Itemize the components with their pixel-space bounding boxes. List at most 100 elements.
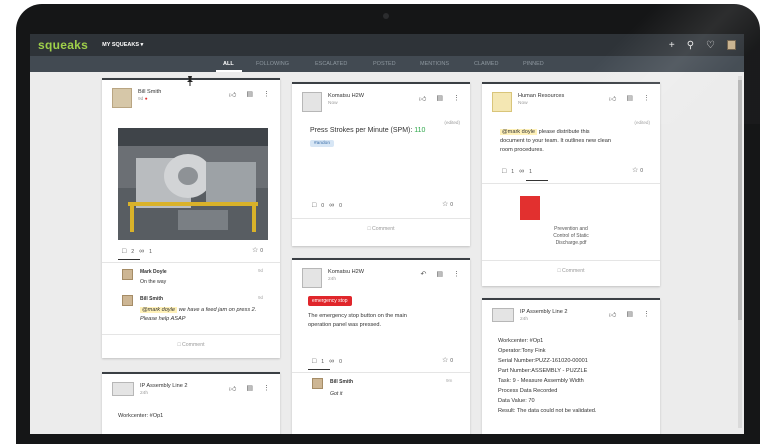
comment-button[interactable]: □ Comment [482,268,660,274]
top-bar: squeaks MY SQUEAKS ▾ + ⚲ ♡ [30,34,744,56]
bell-icon[interactable]: ♡ [706,40,715,51]
thumbs-up-icon[interactable]: 👍︎ [229,90,236,99]
comment-icon[interactable]: □ [312,202,316,209]
avatar[interactable] [492,308,514,322]
comment-icon[interactable]: □ [502,168,506,175]
squeak-card-bill[interactable]: Bill Smith 9d ● 👍︎ ▤ ⋮ □ 2 ∞ 1 ☆ 0 Mark … [102,78,280,358]
reply-author: Mark Doyle [140,269,167,275]
squeak-card-ip-right[interactable]: IP Assembly Line 2 24h 👍︎ ▤ ⋮ Workcenter… [482,298,660,434]
avatar[interactable] [492,92,512,112]
squeak-card-komatsu-spm[interactable]: Komatsu H2W Now 👍︎ ▤ ⋮ (edited) Press St… [292,82,470,246]
avatar[interactable] [112,382,134,396]
tab-mentions[interactable]: MENTIONS [420,56,449,72]
avatar[interactable] [302,92,322,112]
author-name[interactable]: Komatsu H2W [328,269,364,275]
avatar [122,269,133,280]
mention[interactable]: @mark doyle [500,129,538,135]
pdf-icon[interactable] [520,196,540,220]
card-stats: □ 2 ∞ 1 [122,248,153,255]
mention[interactable]: @mark doyle [140,307,178,313]
file-name[interactable]: Prevention and Control of Static Discharge… [482,226,660,247]
metric-text: Press Strokes per Minute (SPM): 110 [310,127,426,134]
reply-icon[interactable]: ↶ [421,270,427,278]
more-icon[interactable]: ⋮ [263,90,270,99]
post-time: Now [328,101,338,106]
more-icon[interactable]: ⋮ [453,94,460,103]
status-badge[interactable]: emergency stop [308,296,352,306]
paperclip-icon[interactable]: ∞ [329,202,334,209]
inbox-icon[interactable]: ▤ [246,384,253,393]
reply-time: 9m [446,378,453,383]
edited-label: (edited) [444,120,460,125]
search-icon[interactable]: ⚲ [687,40,694,51]
tab-claimed[interactable]: CLAIMED [474,56,498,72]
inbox-icon[interactable]: ▤ [626,94,633,103]
comment-button[interactable]: □ Comment [292,226,470,232]
scrollbar[interactable] [738,76,742,428]
active-tab-indicator [216,70,242,72]
avatar [122,295,133,306]
reply-author: Bill Smith [330,379,354,385]
pin-icon[interactable] [186,76,194,86]
comment-button[interactable]: □ Comment [102,342,280,348]
comment-icon[interactable]: □ [312,358,316,365]
thumbs-up-icon[interactable]: 👍︎ [229,384,236,393]
post-time: Now [518,101,528,106]
inbox-icon[interactable]: ▤ [626,310,633,319]
card-actions: 👍︎ ▤ ⋮ [229,90,270,99]
avatar [312,378,323,389]
star-icon[interactable]: ☆ 0 [252,246,263,254]
more-icon[interactable]: ⋮ [263,384,270,393]
app-logo[interactable]: squeaks [38,38,88,52]
thumbs-up-icon[interactable]: 👍︎ [609,94,616,103]
post-time: 9d ● [138,97,148,102]
plus-icon[interactable]: + [669,40,675,51]
thumbs-up-icon[interactable]: 👍︎ [419,94,426,103]
post-time: 24h [140,391,149,396]
inbox-icon[interactable]: ▤ [436,94,443,103]
top-icons: + ⚲ ♡ [669,34,736,56]
field-text: Workcenter: #Op1 [118,413,164,419]
squeak-card-hr[interactable]: Human Resources Now 👍︎ ▤ ⋮ (edited) @mar… [482,82,660,286]
author-name[interactable]: IP Assembly Line 2 [520,309,567,315]
squeak-card-ip-left[interactable]: IP Assembly Line 2 24h 👍︎ ▤ ⋮ Workcenter… [102,372,280,434]
reply-time: 9d [258,295,264,300]
post-text: The emergency stop button on the main ope… [308,313,407,328]
star-icon[interactable]: ☆ 0 [442,200,453,208]
reply-text: @mark doyle we have a feed jam on press … [140,307,257,322]
more-icon[interactable]: ⋮ [643,310,650,319]
app-screen: squeaks MY SQUEAKS ▾ + ⚲ ♡ ALL FOLLOWING… [30,34,744,434]
squeak-card-komatsu-estop[interactable]: Komatsu H2W 24h ↶ ▤ ⋮ emergency stop The… [292,258,470,434]
post-text: @mark doyle please distribute this docum… [500,129,612,153]
paperclip-icon[interactable]: ∞ [519,168,524,175]
machine-photo [118,128,268,240]
inbox-icon[interactable]: ▤ [436,270,443,278]
scrollbar-thumb[interactable] [738,80,742,320]
tab-escalated[interactable]: ESCALATED [315,56,347,72]
tab-pinned[interactable]: PINNED [523,56,544,72]
avatar[interactable] [112,88,132,108]
author-name[interactable]: IP Assembly Line 2 [140,383,187,389]
paperclip-icon[interactable]: ∞ [139,248,144,255]
camera-icon [383,13,389,19]
laptop-bezel: squeaks MY SQUEAKS ▾ + ⚲ ♡ ALL FOLLOWING… [0,0,760,444]
author-name[interactable]: Human Resources [518,93,564,99]
more-icon[interactable]: ⋮ [453,270,460,278]
tag-chip[interactable]: #andon [310,140,335,147]
author-name[interactable]: Komatsu H2W [328,93,364,99]
star-icon[interactable]: ☆ 0 [632,166,643,174]
user-icon[interactable] [727,40,736,50]
inbox-icon[interactable]: ▤ [246,90,253,99]
my-squeaks-menu[interactable]: MY SQUEAKS ▾ [102,42,143,48]
process-data: Workcenter: #Op1 Operator:Tony Fink Seri… [498,338,597,414]
tab-following[interactable]: FOLLOWING [256,56,289,72]
thumbs-up-icon[interactable]: 👍︎ [609,310,616,319]
avatar[interactable] [302,268,322,288]
more-icon[interactable]: ⋮ [643,94,650,103]
post-time: 24h [328,277,337,282]
tab-posted[interactable]: POSTED [373,56,396,72]
author-name[interactable]: Bill Smith [138,89,161,95]
paperclip-icon[interactable]: ∞ [329,358,334,365]
comment-icon[interactable]: □ [122,248,126,255]
star-icon[interactable]: ☆ 0 [442,356,453,364]
